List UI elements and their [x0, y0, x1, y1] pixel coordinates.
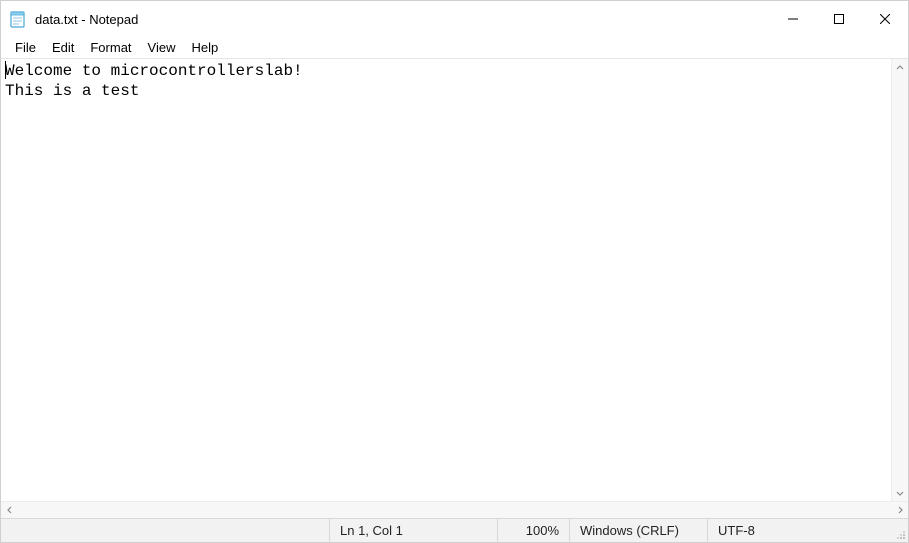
menubar: File Edit Format View Help — [1, 37, 908, 59]
window-title: data.txt - Notepad — [35, 12, 138, 27]
titlebar: data.txt - Notepad — [1, 1, 908, 37]
horizontal-scrollbar[interactable] — [1, 501, 908, 518]
scroll-track[interactable] — [18, 502, 891, 518]
menu-edit[interactable]: Edit — [44, 38, 82, 57]
minimize-button[interactable] — [770, 1, 816, 37]
menu-help[interactable]: Help — [183, 38, 226, 57]
menu-format[interactable]: Format — [82, 38, 139, 57]
scroll-up-icon[interactable] — [892, 59, 908, 76]
status-zoom[interactable]: 100% — [497, 519, 569, 542]
menu-file[interactable]: File — [7, 38, 44, 57]
status-blank — [1, 519, 329, 542]
window-controls — [770, 1, 908, 37]
scroll-down-icon[interactable] — [892, 484, 908, 501]
resize-grip-icon[interactable] — [890, 519, 908, 542]
text-caret — [5, 61, 6, 79]
statusbar: Ln 1, Col 1 100% Windows (CRLF) UTF-8 — [1, 518, 908, 542]
menu-view[interactable]: View — [140, 38, 184, 57]
scroll-right-icon[interactable] — [891, 502, 908, 518]
notepad-icon — [9, 10, 27, 28]
status-position: Ln 1, Col 1 — [329, 519, 497, 542]
vertical-scrollbar[interactable] — [891, 59, 908, 501]
maximize-button[interactable] — [816, 1, 862, 37]
status-line-ending: Windows (CRLF) — [569, 519, 707, 542]
scroll-left-icon[interactable] — [1, 502, 18, 518]
status-encoding: UTF-8 — [707, 519, 890, 542]
editor-area — [1, 59, 908, 501]
close-button[interactable] — [862, 1, 908, 37]
text-editor[interactable] — [1, 59, 891, 501]
